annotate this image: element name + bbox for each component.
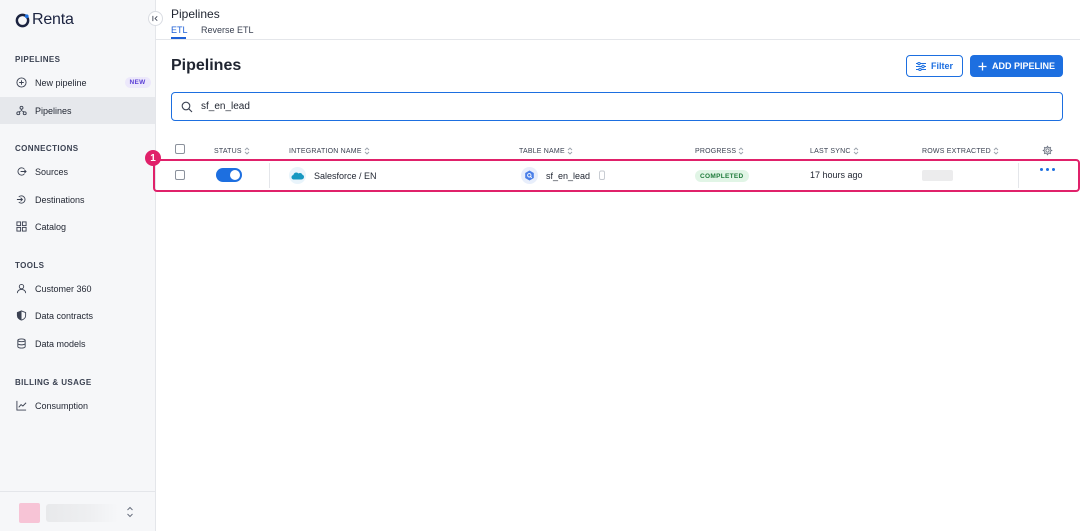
sidebar-item-label: Data models xyxy=(35,338,86,349)
destination-icon xyxy=(16,195,26,204)
column-header-rows-extracted[interactable]: ROWS EXTRACTED xyxy=(922,147,999,155)
column-header-table[interactable]: TABLE NAME xyxy=(519,147,573,155)
chevron-updown-icon xyxy=(127,506,133,518)
sidebar-item-label: Data contracts xyxy=(35,310,94,321)
column-label: PROGRESS xyxy=(695,147,737,155)
filter-sliders-icon xyxy=(915,61,926,71)
add-pipeline-button[interactable]: ADD PIPELINE xyxy=(970,55,1063,77)
sidebar-item-label: Consumption xyxy=(35,400,89,411)
tab-etl[interactable]: ETL xyxy=(171,25,188,35)
tab-reverse-etl[interactable]: Reverse ETL xyxy=(201,25,254,35)
pipelines-icon xyxy=(16,105,27,116)
add-pipeline-label: ADD PIPELINE xyxy=(991,61,1055,71)
sort-icon xyxy=(993,147,999,155)
sort-icon xyxy=(364,147,370,155)
section-tools: TOOLS xyxy=(15,261,45,270)
sidebar-item-sources[interactable]: Sources xyxy=(0,158,155,185)
filter-label: Filter xyxy=(930,61,953,71)
column-settings-gear-icon[interactable] xyxy=(1042,145,1053,156)
new-badge: NEW xyxy=(124,77,151,88)
column-label: TABLE NAME xyxy=(519,147,565,155)
sidebar: Renta PIPELINES New pipeline NEW Pipelin… xyxy=(0,0,156,531)
account-switcher[interactable] xyxy=(0,491,155,531)
sort-icon xyxy=(738,147,744,155)
account-name-redacted xyxy=(46,504,118,522)
chart-line-icon xyxy=(16,400,27,411)
collapse-icon xyxy=(152,15,158,22)
sidebar-item-new-pipeline[interactable]: New pipeline NEW xyxy=(0,69,155,96)
sidebar-item-pipelines[interactable]: Pipelines xyxy=(0,97,155,124)
column-header-progress[interactable]: PROGRESS xyxy=(695,147,744,155)
column-header-last-sync[interactable]: LAST SYNC xyxy=(810,147,859,155)
column-header-integration[interactable]: INTEGRATION NAME xyxy=(289,147,370,155)
column-label: STATUS xyxy=(214,147,242,155)
section-pipelines: PIPELINES xyxy=(15,55,61,64)
column-label: LAST SYNC xyxy=(810,147,851,155)
source-icon xyxy=(17,167,27,176)
grid-icon xyxy=(16,221,27,232)
logo-text: Renta xyxy=(32,11,74,28)
sidebar-item-label: Sources xyxy=(35,166,69,177)
sidebar-item-label: New pipeline xyxy=(35,77,87,88)
search-bar[interactable] xyxy=(171,92,1063,121)
row-highlight-annotation xyxy=(153,159,1080,192)
user-icon xyxy=(16,284,27,294)
search-input[interactable] xyxy=(201,101,1001,112)
sidebar-item-data-contracts[interactable]: Data contracts xyxy=(0,302,155,329)
sidebar-item-destinations[interactable]: Destinations xyxy=(0,186,155,213)
plus-icon xyxy=(978,62,987,70)
column-label: ROWS EXTRACTED xyxy=(922,147,991,155)
sidebar-item-label: Destinations xyxy=(35,194,85,205)
section-billing: BILLING & USAGE xyxy=(15,378,92,387)
sidebar-item-catalog[interactable]: Catalog xyxy=(0,213,155,240)
active-tab-indicator xyxy=(171,37,186,39)
sidebar-item-consumption[interactable]: Consumption xyxy=(0,392,155,419)
top-header: Pipelines ETL Reverse ETL xyxy=(156,0,1080,40)
search-icon xyxy=(181,101,193,112)
column-header-status[interactable]: STATUS xyxy=(214,147,250,155)
annotation-marker: 1 xyxy=(145,150,161,166)
database-icon xyxy=(17,338,26,349)
filter-button[interactable]: Filter xyxy=(906,55,963,77)
shield-icon xyxy=(16,310,27,321)
sidebar-item-label: Customer 360 xyxy=(35,283,92,294)
plus-circle-icon xyxy=(16,77,27,88)
sidebar-item-label: Catalog xyxy=(35,221,67,232)
sidebar-item-data-models[interactable]: Data models xyxy=(0,330,155,357)
renta-logo-icon xyxy=(15,13,30,27)
page-title: Pipelines xyxy=(171,57,242,74)
avatar xyxy=(19,503,40,523)
select-all-checkbox[interactable] xyxy=(175,144,185,154)
sidebar-item-customer-360[interactable]: Customer 360 xyxy=(0,275,155,302)
column-label: INTEGRATION NAME xyxy=(289,147,362,155)
sort-icon xyxy=(244,147,250,155)
sort-icon xyxy=(567,147,573,155)
header-title: Pipelines xyxy=(171,7,220,21)
sidebar-item-label: Pipelines xyxy=(35,105,72,116)
collapse-sidebar-button[interactable] xyxy=(148,11,163,26)
section-connections: CONNECTIONS xyxy=(15,144,79,153)
sort-icon xyxy=(853,147,858,155)
logo[interactable]: Renta xyxy=(15,10,74,30)
